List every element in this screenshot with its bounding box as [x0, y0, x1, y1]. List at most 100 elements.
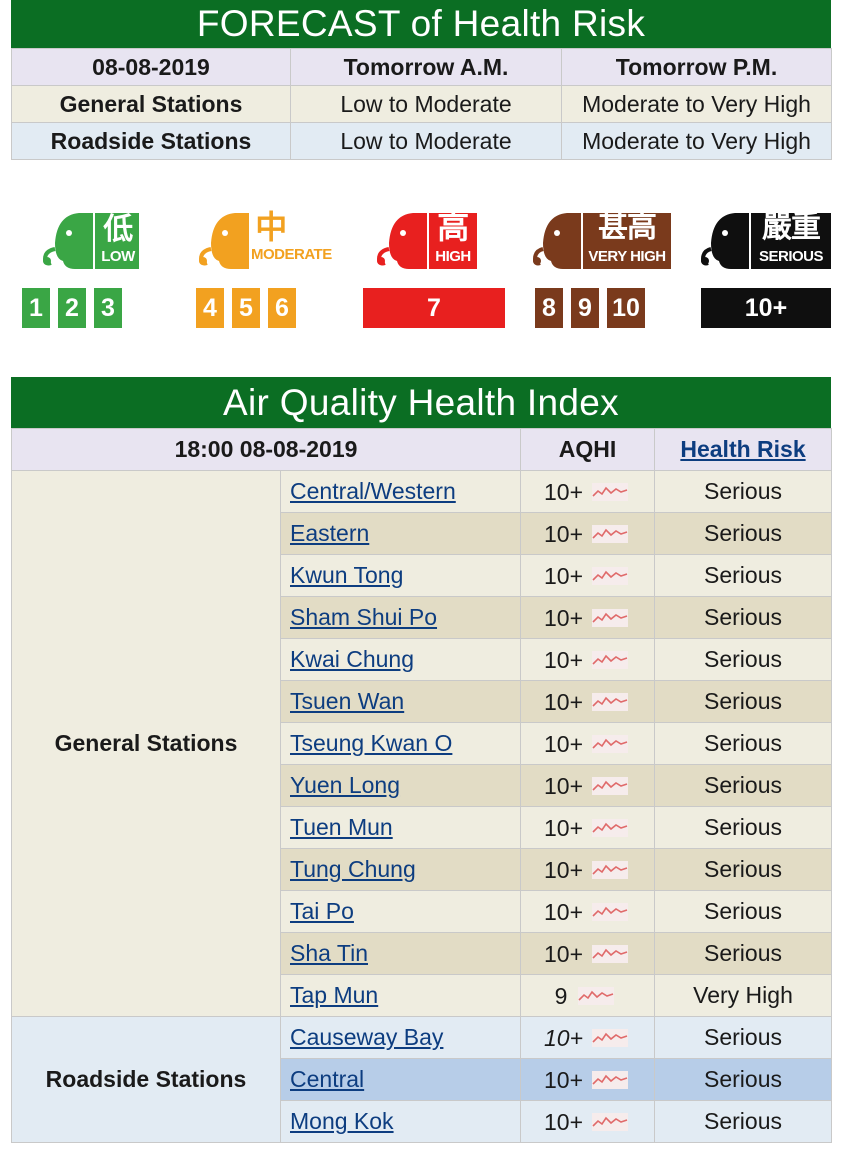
trend-chart-icon[interactable]	[578, 987, 614, 1006]
trend-chart-icon[interactable]	[592, 609, 628, 628]
station-link[interactable]: Kwai Chung	[290, 646, 414, 672]
trend-chart-icon[interactable]	[592, 735, 628, 754]
station-link[interactable]: Central/Western	[290, 478, 456, 504]
trend-chart-icon[interactable]	[592, 861, 628, 880]
aqhi-body: General Stations Central/Western 10+ Seriou…	[11, 470, 832, 1143]
station-group-label: Roadside Stations	[11, 1016, 281, 1143]
aqhi-value-cell: 10+	[520, 764, 655, 807]
forecast-pm-value: Moderate to Very High	[561, 85, 832, 123]
legend-chinese-label: 嚴重	[762, 211, 821, 244]
aqhi-col-header: AQHI	[520, 428, 655, 471]
aqhi-value: 10+	[544, 562, 584, 589]
aqhi-value: 10+	[544, 940, 584, 967]
health-risk-link[interactable]: Health Risk	[680, 436, 805, 462]
station-link[interactable]: Tuen Mun	[290, 814, 393, 840]
health-risk-value: Serious	[654, 932, 832, 975]
station-link[interactable]: Tap Mun	[290, 982, 378, 1008]
aqhi-header-row: 18:00 08-08-2019 AQHI Health Risk	[11, 428, 832, 471]
station-name-cell: Central/Western	[280, 470, 521, 513]
station-name-cell: Kwai Chung	[280, 638, 521, 681]
table-row: General Stations Central/Western 10+ Seriou…	[11, 470, 832, 1017]
forecast-row-roadside: Roadside Stations Low to Moderate Modera…	[11, 122, 832, 160]
trend-chart-icon[interactable]	[592, 1113, 628, 1132]
aqhi-value-cell: 10+	[520, 470, 655, 513]
legend-level-box: 2	[58, 288, 86, 328]
station-link[interactable]: Sha Tin	[290, 940, 368, 966]
aqhi-value-cell: 10+	[520, 512, 655, 555]
legend-band-high: 高 HIGH 7	[363, 200, 513, 335]
forecast-row-general: General Stations Low to Moderate Moderat…	[11, 85, 832, 123]
aqhi-value-cell: 10+	[520, 596, 655, 639]
trend-chart-icon[interactable]	[592, 1029, 628, 1048]
station-link[interactable]: Tai Po	[290, 898, 354, 924]
station-link[interactable]: Mong Kok	[290, 1108, 394, 1134]
health-risk-value: Serious	[654, 680, 832, 723]
legend-band-very-high: 甚高 VERY HIGH 8 9 10	[531, 200, 681, 335]
aqhi-value-cell: 10+	[520, 680, 655, 723]
station-name-cell: Sha Tin	[280, 932, 521, 975]
trend-chart-icon[interactable]	[592, 693, 628, 712]
trend-chart-icon[interactable]	[592, 819, 628, 838]
trend-chart-icon[interactable]	[592, 945, 628, 964]
aqhi-value: 10+	[544, 898, 584, 925]
aqhi-value-cell: 10+	[520, 722, 655, 765]
legend-level-box: 9	[571, 288, 599, 328]
station-link[interactable]: Sham Shui Po	[290, 604, 437, 630]
aqhi-value-cell: 10+	[520, 554, 655, 597]
station-link[interactable]: Causeway Bay	[290, 1024, 443, 1050]
station-link[interactable]: Tung Chung	[290, 856, 416, 882]
aqhi-panel: Air Quality Health Index 18:00 08-08-201…	[11, 377, 832, 1143]
station-name-cell: Tai Po	[280, 890, 521, 933]
trend-chart-icon[interactable]	[592, 1071, 628, 1090]
trend-chart-icon[interactable]	[592, 567, 628, 586]
health-risk-value: Serious	[654, 470, 832, 513]
legend-band-low: 低 LOW 1 2 3	[22, 200, 175, 335]
legend-level-box: 4	[196, 288, 224, 328]
legend-level-box: 10+	[701, 288, 831, 328]
health-risk-value: Serious	[654, 806, 832, 849]
aqhi-value-cell: 9	[520, 974, 655, 1017]
aqhi-table: 18:00 08-08-2019 AQHI Health Risk Genera…	[11, 428, 832, 1143]
trend-chart-icon[interactable]	[592, 525, 628, 544]
legend-level-boxes: 4 5 6	[196, 288, 296, 328]
aqhi-value: 10+	[544, 772, 584, 799]
trend-chart-icon[interactable]	[592, 777, 628, 796]
legend-english-label: MODERATE	[251, 246, 332, 263]
station-link[interactable]: Eastern	[290, 520, 369, 546]
aqhi-value: 10+	[544, 646, 584, 673]
legend-level-boxes: 7	[363, 288, 505, 328]
health-risk-value: Serious	[654, 1058, 832, 1101]
aqhi-value: 10+	[544, 730, 584, 757]
legend-english-label: HIGH	[435, 248, 471, 265]
forecast-col-pm: Tomorrow P.M.	[561, 48, 832, 86]
legend-english-label: SERIOUS	[758, 248, 824, 265]
trend-chart-icon[interactable]	[592, 903, 628, 922]
station-name-cell: Tsuen Wan	[280, 680, 521, 723]
aqhi-value-cell: 10+	[520, 638, 655, 681]
legend-level-box: 7	[363, 288, 505, 328]
legend-level-box: 3	[94, 288, 122, 328]
forecast-table: 08-08-2019 Tomorrow A.M. Tomorrow P.M. G…	[11, 48, 832, 160]
forecast-pm-value: Moderate to Very High	[561, 122, 832, 160]
legend-level-box: 1	[22, 288, 50, 328]
table-row: Roadside Stations Causeway Bay 10+ Serious	[11, 1016, 832, 1143]
trend-chart-icon[interactable]	[592, 483, 628, 502]
station-link[interactable]: Tsuen Wan	[290, 688, 404, 714]
station-name-cell: Tuen Mun	[280, 806, 521, 849]
aqhi-value-cell: 10+	[520, 932, 655, 975]
legend-band-serious: 嚴重 SERIOUS 10+	[699, 200, 831, 335]
health-risk-value: Serious	[654, 596, 832, 639]
forecast-am-value: Low to Moderate	[290, 122, 562, 160]
station-link[interactable]: Kwun Tong	[290, 562, 403, 588]
station-link[interactable]: Central	[290, 1066, 364, 1092]
station-link[interactable]: Yuen Long	[290, 772, 400, 798]
trend-chart-icon[interactable]	[592, 651, 628, 670]
aqhi-value-cell: 10+	[520, 890, 655, 933]
legend-chinese-label: 中	[255, 209, 287, 245]
forecast-panel: FORECAST of Health Risk 08-08-2019 Tomor…	[11, 0, 832, 160]
legend-chinese-label: 高	[437, 209, 469, 245]
health-risk-value: Serious	[654, 722, 832, 765]
health-risk-value: Serious	[654, 1100, 832, 1143]
station-link[interactable]: Tseung Kwan O	[290, 730, 452, 756]
aqhi-value: 10+	[544, 604, 584, 631]
